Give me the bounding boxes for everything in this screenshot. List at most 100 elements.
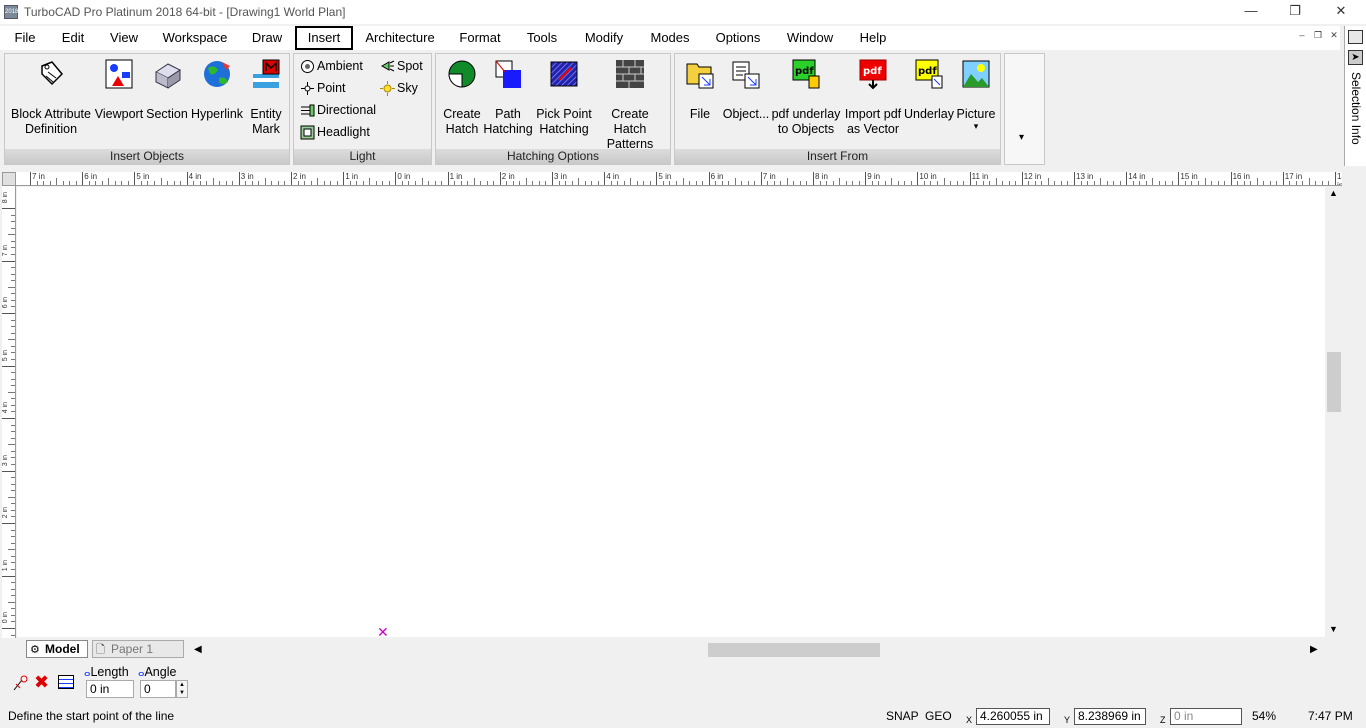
mdi-minimize-button[interactable]: – [1294, 30, 1310, 44]
ruler-minor-tick [1093, 181, 1095, 185]
close-button[interactable]: ✕ [1318, 0, 1364, 24]
pdf-underlay-to-objects-button[interactable]: pdf pdf underlay to Objects [771, 56, 841, 137]
ruler-label: 4 in [606, 172, 620, 181]
block-attribute-definition-button[interactable]: Block Attribute Definition [7, 56, 95, 137]
zoom-level[interactable]: 54% [1252, 706, 1276, 728]
menu-format[interactable]: Format [456, 26, 504, 50]
ruler-tick [2, 313, 15, 314]
ambient-light-button[interactable]: Ambient [300, 56, 363, 76]
insert-object-button[interactable]: Object... [721, 56, 771, 122]
pick-point-hatching-button[interactable]: Pick Point Hatching [534, 56, 594, 137]
ruler-minor-tick [819, 181, 821, 185]
restore-button[interactable]: ❐ [1272, 0, 1318, 24]
ruler-tick [395, 172, 397, 185]
ruler-minor-tick [682, 178, 684, 185]
sky-light-button[interactable]: Sky [380, 78, 418, 98]
angle-spinner[interactable]: ▲ ▼ [176, 680, 188, 698]
viewport-button[interactable]: Viewport [93, 56, 145, 122]
ruler-label: 7 in [32, 172, 45, 181]
ruler-tick [82, 172, 84, 185]
pick-point-hatching-icon [549, 58, 579, 90]
menu-architecture[interactable]: Architecture [362, 26, 438, 50]
ruler-minor-tick [11, 404, 15, 406]
ruler-corner[interactable] [2, 172, 16, 186]
cancel-icon[interactable]: ✖ [34, 672, 49, 693]
line-tool-icon[interactable] [12, 674, 30, 692]
ruler-minor-tick [11, 326, 15, 328]
ruler-minor-tick [8, 339, 15, 341]
menu-tools[interactable]: Tools [522, 26, 562, 50]
menu-modify[interactable]: Modify [580, 26, 628, 50]
underlay-button[interactable]: pdf Underlay [903, 56, 955, 122]
ruler-tick [917, 172, 919, 185]
menu-draw[interactable]: Draw [248, 26, 286, 50]
vertical-ruler: 8 in 7 in 6 in 5 in 4 in 3 in 2 in 1 in 0 in [2, 186, 16, 638]
point-light-button[interactable]: Point [300, 78, 346, 98]
ruler-minor-tick [591, 181, 593, 185]
ruler-tick [2, 470, 15, 472]
vertical-scroll-thumb[interactable] [1327, 352, 1341, 412]
length-input[interactable]: 0 in [86, 680, 134, 698]
ruler-minor-tick [897, 181, 899, 185]
horizontal-scrollbar[interactable]: ◀ ▶ [190, 642, 1325, 658]
properties-table-icon[interactable] [58, 675, 74, 689]
scroll-down-arrow[interactable]: ▼ [1329, 624, 1338, 634]
menu-edit[interactable]: Edit [58, 26, 88, 50]
minimize-button[interactable]: — [1228, 0, 1274, 24]
geo-toggle[interactable]: GEO [925, 706, 952, 728]
headlight-button[interactable]: Headlight [300, 122, 370, 142]
ruler-minor-tick [382, 181, 384, 185]
y-coordinate-field[interactable]: 8.238969 in [1074, 708, 1146, 725]
mdi-close-button[interactable]: ✕ [1326, 30, 1342, 44]
selection-info-panel-tab[interactable]: ➤ Selection Info [1344, 26, 1366, 166]
horizontal-scroll-thumb[interactable] [708, 643, 880, 657]
picture-button[interactable]: Picture ▾ [955, 56, 997, 131]
menu-workspace[interactable]: Workspace [160, 26, 230, 50]
ruler-minor-tick [806, 181, 808, 185]
menu-view[interactable]: View [106, 26, 142, 50]
import-pdf-as-vector-button[interactable]: pdf Import pdf as Vector [841, 56, 905, 137]
ruler-minor-tick [1113, 181, 1115, 185]
create-hatch-patterns-button[interactable]: Create Hatch Patterns [594, 56, 666, 152]
entity-mark-button[interactable]: Entity Mark [245, 56, 287, 137]
ruler-minor-tick [839, 178, 841, 185]
menu-help[interactable]: Help [856, 26, 890, 50]
ruler-label: 5 in [136, 172, 150, 181]
z-coordinate-field[interactable]: 0 in [1170, 708, 1242, 725]
tab-model[interactable]: ⚙ Model [26, 640, 88, 658]
vertical-scrollbar[interactable]: ▲ ▼ [1325, 186, 1342, 638]
ruler-minor-tick [1100, 178, 1102, 185]
ruler-minor-tick [976, 181, 978, 185]
ruler-minor-tick [1191, 181, 1193, 185]
drawing-canvas[interactable]: ✕ [17, 187, 1325, 639]
spot-light-icon [380, 59, 395, 74]
hyperlink-button[interactable]: Hyperlink [189, 56, 245, 122]
menu-modes[interactable]: Modes [646, 26, 694, 50]
menu-window[interactable]: Window [782, 26, 838, 50]
mdi-restore-button[interactable]: ❐ [1310, 30, 1326, 44]
path-hatching-button[interactable]: Path Hatching [482, 56, 534, 137]
menu-file[interactable]: File [10, 26, 40, 50]
ruler-minor-tick [127, 181, 129, 185]
x-coordinate-field[interactable]: 4.260055 in [976, 708, 1050, 725]
ruler-tick [708, 172, 710, 185]
tab-paper-1[interactable]: 🗋 Paper 1 [92, 640, 184, 658]
ruler-tick [186, 172, 188, 185]
create-hatch-button[interactable]: Create Hatch [438, 56, 486, 137]
snap-toggle[interactable]: SNAP [886, 706, 919, 728]
menu-options[interactable]: Options [712, 26, 764, 50]
scroll-left-arrow[interactable]: ◀ [194, 644, 202, 655]
menu-insert[interactable]: Insert [295, 26, 353, 50]
spot-light-button[interactable]: Spot [380, 56, 423, 76]
angle-input[interactable]: 0 [140, 680, 176, 698]
ribbon-more-button[interactable]: ▾ [1004, 53, 1045, 165]
scroll-right-arrow[interactable]: ▶ [1310, 644, 1318, 655]
ruler-minor-tick [8, 444, 15, 446]
ruler-minor-tick [963, 181, 965, 185]
ruler-label: 2 in [501, 172, 515, 181]
section-button[interactable]: Section [145, 56, 189, 122]
directional-light-button[interactable]: Directional [300, 100, 376, 120]
insert-file-button[interactable]: File [677, 56, 723, 122]
ruler-minor-tick [1217, 181, 1219, 185]
scroll-up-arrow[interactable]: ▲ [1329, 188, 1338, 198]
